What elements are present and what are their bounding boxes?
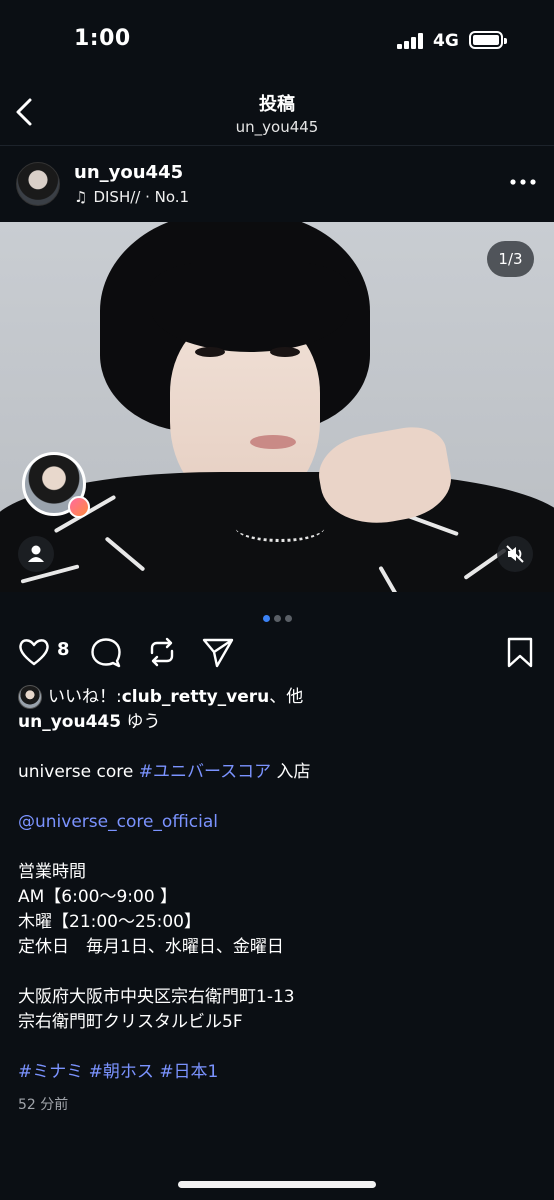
speaker-muted-icon bbox=[506, 545, 524, 563]
music-title: DISH// · No.1 bbox=[93, 188, 190, 206]
more-horizontal-icon bbox=[510, 179, 536, 185]
repost-icon bbox=[150, 637, 174, 667]
post-caption: いいね！: club_retty_veru 、他 un_you445 ゆう uni… bbox=[18, 684, 538, 1118]
caption-hashtags: #ミナミ #朝ホス #日本1 bbox=[18, 1060, 538, 1085]
post-photo[interactable]: 1/3 bbox=[0, 222, 554, 592]
send-icon bbox=[202, 638, 234, 668]
caption-line: 営業時間 bbox=[18, 862, 86, 882]
hashtag-link[interactable]: #ユニバースコア bbox=[139, 762, 271, 782]
caption-line: AM【6:00～9:00 】 bbox=[18, 887, 178, 907]
status-bar: 1:00 4G bbox=[0, 0, 554, 80]
comment-icon bbox=[91, 638, 121, 668]
bookmark-icon bbox=[507, 637, 533, 668]
caption-line: 大阪府大阪市中央区宗右衛門町1-13 bbox=[18, 987, 295, 1007]
more-options-button[interactable] bbox=[505, 170, 541, 194]
mute-button[interactable] bbox=[497, 536, 533, 572]
caption-line: universe core #ユニバースコア 入店 bbox=[18, 760, 538, 785]
liked-by-row[interactable]: いいね！: club_retty_veru 、他 bbox=[18, 684, 538, 710]
liked-by-prefix: いいね！: bbox=[48, 686, 122, 707]
caption-text: ゆう bbox=[121, 712, 161, 732]
heart-badge-icon bbox=[68, 496, 90, 518]
author-avatar[interactable] bbox=[16, 162, 60, 206]
caption-text: 入店 bbox=[271, 762, 311, 782]
author-username[interactable]: un_you445 bbox=[74, 162, 183, 183]
person-icon bbox=[28, 545, 44, 562]
mention-link[interactable]: @universe_core_official bbox=[18, 812, 218, 832]
caption-line: 定休日 毎月1日、水曜日、金曜日 bbox=[18, 937, 284, 957]
music-note-icon: ♫ bbox=[74, 188, 88, 206]
post-header: un_you445 ♫ DISH// · No.1 bbox=[0, 148, 554, 220]
liked-by-suffix: 、他 bbox=[269, 686, 304, 707]
home-indicator[interactable] bbox=[178, 1181, 376, 1188]
comment-button[interactable] bbox=[88, 634, 124, 670]
caption-line: 木曜【21:00～25:00】 bbox=[18, 912, 201, 932]
carousel-dot bbox=[262, 615, 270, 622]
carousel-dot bbox=[284, 615, 292, 622]
page-title: 投稿 bbox=[259, 94, 295, 115]
action-bar: 8 bbox=[0, 630, 554, 674]
hashtag-link[interactable]: #朝ホス bbox=[89, 1062, 154, 1082]
share-button[interactable] bbox=[200, 634, 236, 670]
image-counter: 1/3 bbox=[487, 241, 534, 277]
status-time: 1:00 bbox=[74, 26, 131, 51]
network-label: 4G bbox=[433, 31, 459, 51]
liker-avatar bbox=[18, 685, 42, 709]
carousel-indicator bbox=[0, 607, 554, 622]
like-count[interactable]: 8 bbox=[57, 639, 70, 660]
battery-icon bbox=[469, 31, 507, 49]
hashtag-link[interactable]: #日本1 bbox=[159, 1062, 218, 1082]
page-subtitle: un_you445 bbox=[235, 118, 319, 136]
music-label[interactable]: ♫ DISH// · No.1 bbox=[74, 188, 189, 206]
caption-first-line: un_you445 ゆう bbox=[18, 710, 538, 735]
post-screen: 1:00 4G 投稿 un_you445 un_you445 ♫ DISH// ·… bbox=[0, 0, 554, 1200]
tagged-people-button[interactable] bbox=[18, 536, 54, 572]
heart-icon bbox=[19, 639, 49, 666]
save-button[interactable] bbox=[502, 634, 538, 670]
caption-line: 宗右衛門町クリスタルビル5F bbox=[18, 1012, 243, 1032]
liked-by-user[interactable]: club_retty_veru bbox=[122, 685, 270, 710]
caption-username[interactable]: un_you445 bbox=[18, 712, 121, 732]
top-nav: 投稿 un_you445 bbox=[0, 80, 554, 146]
repost-button[interactable] bbox=[144, 634, 180, 670]
like-button[interactable] bbox=[16, 634, 52, 670]
caption-text: universe core bbox=[18, 762, 139, 782]
hashtag-link[interactable]: #ミナミ bbox=[18, 1062, 83, 1082]
carousel-dot bbox=[273, 615, 281, 622]
post-timestamp: 52 分前 bbox=[18, 1097, 69, 1113]
signal-icon bbox=[397, 33, 425, 49]
caption-line: @universe_core_official bbox=[18, 810, 538, 835]
